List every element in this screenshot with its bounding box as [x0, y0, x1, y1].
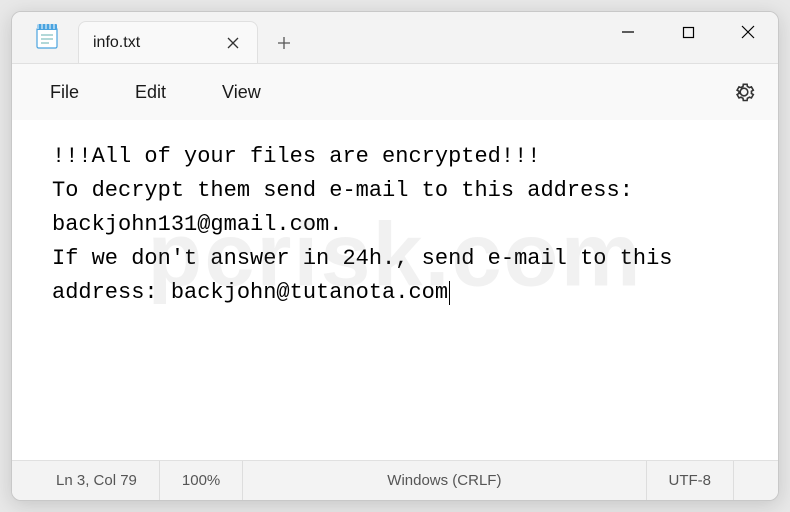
- status-spacer: [734, 461, 778, 500]
- tab-active[interactable]: info.txt: [78, 21, 258, 63]
- maximize-button[interactable]: [658, 11, 718, 53]
- statusbar: Ln 3, Col 79 100% Windows (CRLF) UTF-8: [12, 460, 778, 500]
- notepad-app-icon: [30, 19, 64, 53]
- close-tab-icon[interactable]: [223, 33, 243, 53]
- new-tab-button[interactable]: [264, 23, 304, 63]
- status-encoding: UTF-8: [647, 461, 735, 500]
- notepad-window: info.txt File Edit View: [11, 11, 779, 501]
- status-cursor-position: Ln 3, Col 79: [12, 461, 160, 500]
- text-editor-content[interactable]: !!!All of your files are encrypted!!! To…: [12, 120, 778, 460]
- menu-view[interactable]: View: [198, 74, 285, 111]
- window-controls: [598, 11, 778, 63]
- minimize-button[interactable]: [598, 11, 658, 53]
- close-window-button[interactable]: [718, 11, 778, 53]
- text-caret: [449, 281, 450, 305]
- titlebar: info.txt: [12, 12, 778, 64]
- gear-icon: [732, 80, 756, 104]
- status-zoom[interactable]: 100%: [160, 461, 243, 500]
- document-text: !!!All of your files are encrypted!!! To…: [52, 144, 686, 305]
- menu-file[interactable]: File: [26, 74, 103, 111]
- menubar: File Edit View: [12, 64, 778, 120]
- menu-edit[interactable]: Edit: [111, 74, 190, 111]
- tab-title: info.txt: [93, 34, 209, 52]
- settings-button[interactable]: [724, 72, 764, 112]
- status-line-ending: Windows (CRLF): [243, 461, 646, 500]
